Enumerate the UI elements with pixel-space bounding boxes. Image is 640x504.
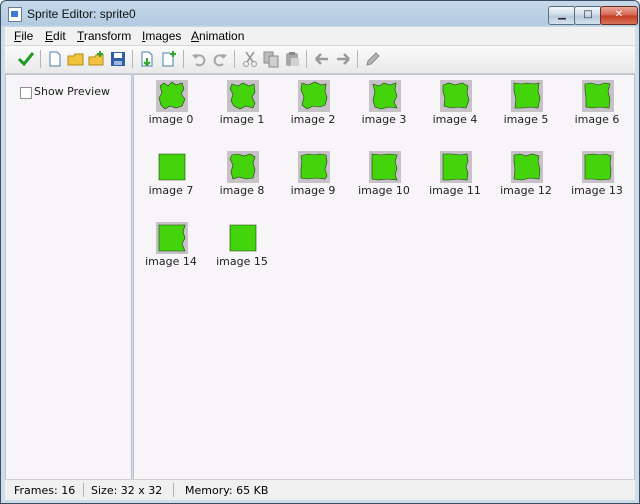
image-thumbnail[interactable]: image 8 (207, 148, 277, 208)
toolbar (5, 46, 635, 74)
add-from-file-icon[interactable] (88, 50, 106, 68)
edit-pencil-icon[interactable] (364, 50, 382, 68)
image-label: image 11 (429, 184, 481, 197)
sprite-frame-image (156, 80, 188, 112)
paste-icon[interactable] (283, 50, 301, 68)
sprite-frame-image (298, 80, 330, 112)
image-label: image 15 (216, 255, 268, 268)
image-thumbnail[interactable]: image 12 (491, 148, 561, 208)
minimize-icon: ▁ (558, 9, 566, 20)
image-label: image 2 (290, 113, 336, 126)
sprite-frame-image (227, 151, 259, 183)
sprite-frame-image (511, 151, 543, 183)
image-label: image 3 (361, 113, 407, 126)
image-thumbnail[interactable]: image 1 (207, 77, 277, 137)
sprite-frame-image (369, 80, 401, 112)
toolbar-separator (40, 50, 41, 68)
image-label: image 13 (571, 184, 623, 197)
sprite-frame-image (369, 151, 401, 183)
toolbar-separator (183, 50, 184, 68)
image-thumbnail[interactable]: image 4 (420, 77, 490, 137)
options-pane: Show Preview (5, 74, 132, 480)
insert-image-icon[interactable] (139, 50, 157, 68)
image-thumbnail[interactable]: image 0 (136, 77, 206, 137)
menu-edit[interactable]: Edit (45, 29, 66, 43)
cut-icon[interactable] (241, 50, 259, 68)
show-preview-checkbox[interactable] (20, 87, 32, 99)
menu-file[interactable]: File (14, 29, 33, 43)
image-thumbnail[interactable]: image 5 (491, 77, 561, 137)
image-label: image 8 (219, 184, 265, 197)
image-label: image 6 (574, 113, 620, 126)
undo-icon[interactable] (190, 50, 208, 68)
app-icon (8, 7, 22, 22)
close-icon: ✕ (614, 9, 624, 20)
sprite-editor-window: Sprite Editor: sprite0 ▁ □ ✕ File Edit T… (0, 0, 640, 504)
image-label: image 10 (358, 184, 410, 197)
minimize-button[interactable]: ▁ (548, 6, 576, 25)
sprite-frame-image (440, 151, 472, 183)
image-thumbnail[interactable]: image 2 (278, 77, 348, 137)
save-icon[interactable] (109, 50, 127, 68)
toolbar-separator (357, 50, 358, 68)
status-memory: Memory: 65 KB (185, 484, 269, 497)
toolbar-separator (306, 50, 307, 68)
image-thumbnail[interactable]: image 7 (136, 148, 206, 208)
maximize-icon: □ (583, 9, 593, 20)
image-thumbnail[interactable]: image 9 (278, 148, 348, 208)
image-thumbnail[interactable]: image 6 (562, 77, 632, 137)
menu-bar: File Edit Transform Images Animation (5, 27, 635, 46)
image-label: image 14 (145, 255, 197, 268)
window-title: Sprite Editor: sprite0 (27, 7, 136, 21)
image-label: image 0 (148, 113, 194, 126)
image-thumbnail[interactable]: image 11 (420, 148, 490, 208)
shift-right-icon[interactable] (334, 50, 352, 68)
toolbar-separator (132, 50, 133, 68)
menu-animation[interactable]: Animation (191, 29, 244, 43)
sprite-frame-image (511, 80, 543, 112)
toolbar-separator (234, 50, 235, 68)
image-label: image 4 (432, 113, 478, 126)
show-preview-label: Show Preview (34, 85, 110, 98)
copy-icon[interactable] (262, 50, 280, 68)
shift-left-icon[interactable] (313, 50, 331, 68)
new-file-icon[interactable] (46, 50, 64, 68)
status-separator (173, 483, 174, 497)
add-image-icon[interactable] (160, 50, 178, 68)
redo-icon[interactable] (211, 50, 229, 68)
menu-transform[interactable]: Transform (77, 29, 131, 43)
image-thumbnail[interactable]: image 14 (136, 219, 206, 279)
image-label: image 12 (500, 184, 552, 197)
sprite-frame-image (298, 151, 330, 183)
sprite-frame-image (227, 80, 259, 112)
close-button[interactable]: ✕ (600, 6, 638, 25)
status-frames: Frames: 16 (14, 484, 76, 497)
image-label: image 1 (219, 113, 265, 126)
image-list-pane[interactable]: image 0 image 1 image 2 image 3 image 4 image… (133, 74, 635, 480)
sprite-frame-image (440, 80, 472, 112)
image-thumbnail[interactable]: image 3 (349, 77, 419, 137)
status-separator (83, 483, 84, 497)
sprite-frame-image (229, 224, 257, 252)
status-bar: Frames: 16 Size: 32 x 32 Memory: 65 KB (5, 479, 635, 500)
confirm-check-icon[interactable] (17, 50, 35, 68)
menu-images[interactable]: Images (142, 29, 181, 43)
image-label: image 5 (503, 113, 549, 126)
sprite-frame-image (582, 151, 614, 183)
image-label: image 9 (290, 184, 336, 197)
maximize-button[interactable]: □ (574, 6, 602, 25)
sprite-frame-image (582, 80, 614, 112)
image-thumbnail[interactable]: image 13 (562, 148, 632, 208)
title-bar[interactable]: Sprite Editor: sprite0 ▁ □ ✕ (1, 1, 639, 27)
status-size: Size: 32 x 32 (91, 484, 163, 497)
image-label: image 7 (148, 184, 194, 197)
image-thumbnail[interactable]: image 10 (349, 148, 419, 208)
sprite-frame-image (156, 222, 188, 254)
sprite-frame-image (158, 153, 186, 181)
open-folder-icon[interactable] (67, 50, 85, 68)
image-thumbnail[interactable]: image 15 (207, 219, 277, 279)
